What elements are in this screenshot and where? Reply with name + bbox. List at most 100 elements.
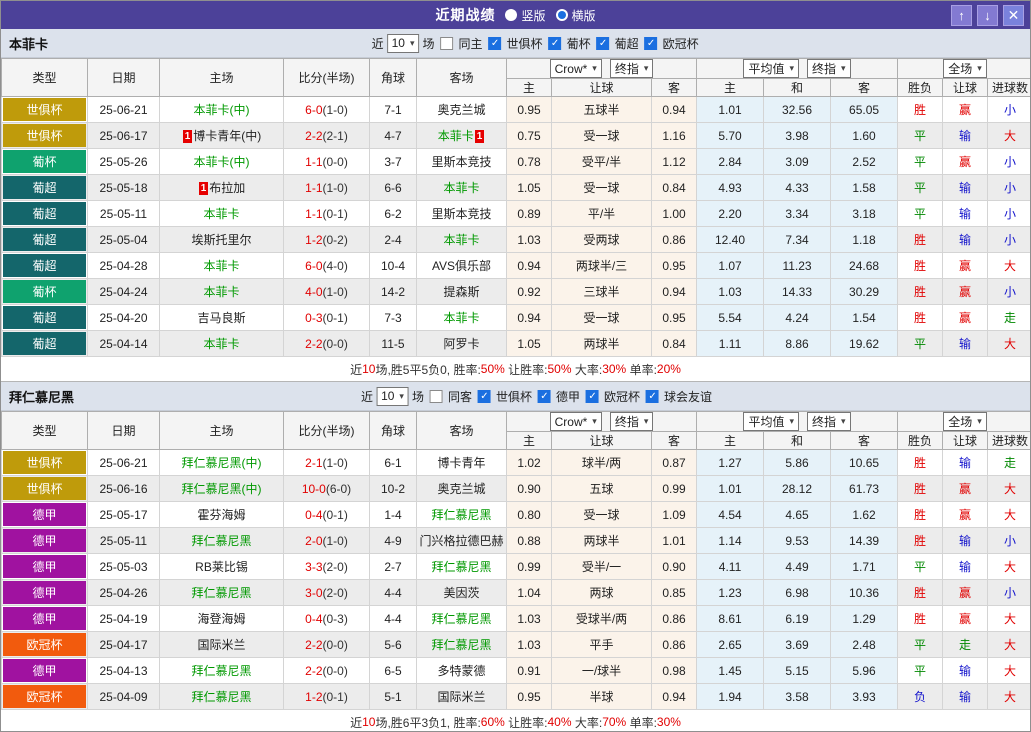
filter-near-label: 近 — [371, 36, 384, 51]
red-card-badge: 1 — [474, 130, 485, 143]
move-up-button[interactable]: ↑ — [951, 4, 972, 26]
result-cell: 胜 — [897, 501, 944, 528]
league-filter-1[interactable]: ✓ 葡杯 — [546, 35, 591, 52]
league-filter-1[interactable]: ✓ 德甲 — [535, 388, 580, 405]
odds-time-select[interactable]: 终指 ▾ — [609, 412, 654, 431]
corner-cell: 4-9 — [369, 527, 417, 554]
summary-segment: 近 — [350, 715, 363, 730]
away-team-cell: 里斯本竞技 — [416, 148, 507, 175]
goals-result-cell: 小 — [987, 278, 1030, 305]
same-venue-filter[interactable]: 同主 — [438, 35, 483, 52]
date-cell: 25-05-11 — [87, 200, 160, 227]
match-count-select[interactable]: 10 ▾ — [386, 33, 420, 53]
goals-result-text: 大 — [1004, 560, 1017, 574]
layout-radio-vertical[interactable]: 竖版 — [505, 7, 546, 24]
bookmaker-select[interactable]: Crow* ▾ — [549, 59, 602, 78]
odds-handicap-cell: 受平/半 — [551, 148, 652, 175]
avg-draw-cell: 9.53 — [763, 527, 832, 554]
avg-draw-cell: 3.58 — [763, 683, 832, 710]
same-venue-filter[interactable]: 同客 — [427, 388, 472, 405]
league-checkbox[interactable]: ✓ — [477, 389, 491, 403]
avg-away-cell: 10.65 — [830, 449, 899, 476]
avg-away-cell: 3.18 — [830, 200, 899, 227]
home-team-cell: 拜仁慕尼黑 — [159, 579, 284, 606]
summary-segment: 20% — [656, 362, 681, 376]
bookmaker-select[interactable]: Crow* ▾ — [549, 412, 602, 431]
league-filter-0[interactable]: ✓ 世俱杯 — [475, 388, 532, 405]
corner-cell: 6-6 — [369, 174, 417, 201]
halftime-score: (0-1) — [322, 310, 348, 325]
subcolumn-header-avg-home: 主 — [696, 78, 765, 97]
result-cell: 胜 — [897, 304, 944, 331]
handicap-result-text: 输 — [959, 456, 972, 470]
average-select[interactable]: 平均值 ▾ — [743, 59, 800, 78]
chevron-down-icon: ▾ — [789, 416, 795, 426]
date-cell: 25-05-03 — [87, 553, 160, 580]
home-team-name: 本菲卡 — [203, 285, 240, 299]
league-checkbox[interactable]: ✓ — [586, 389, 600, 403]
league-badge: 世俱杯 — [3, 124, 86, 147]
goals-result-text: 大 — [1004, 612, 1017, 626]
score-cell: 2-0(1-0) — [283, 527, 370, 554]
titlebar-buttons: ↑ ↓ ✕ — [951, 4, 1030, 26]
same-venue-checkbox[interactable] — [429, 389, 443, 403]
league-filter-3[interactable]: ✓ 欧冠杯 — [642, 35, 699, 52]
league-filter-2[interactable]: ✓ 葡超 — [594, 35, 639, 52]
average-select[interactable]: 平均值 ▾ — [743, 412, 800, 431]
score-cell: 1-2(0-1) — [283, 683, 370, 710]
league-checkbox[interactable]: ✓ — [646, 389, 660, 403]
league-checkbox[interactable]: ✓ — [548, 36, 562, 50]
goals-result-text: 大 — [1004, 259, 1017, 273]
avg-draw-cell: 3.09 — [763, 148, 832, 175]
date-cell: 25-06-17 — [87, 122, 160, 149]
away-team-cell: AVS俱乐部 — [416, 252, 507, 279]
handicap-result-cell: 赢 — [942, 96, 989, 123]
league-filter-3[interactable]: ✓ 球会友谊 — [643, 388, 712, 405]
league-badge: 葡超 — [3, 306, 86, 329]
handicap-result-cell: 输 — [942, 527, 989, 554]
fulltime-score: 6-0 — [305, 102, 323, 117]
league-checkbox[interactable]: ✓ — [488, 36, 502, 50]
move-down-button[interactable]: ↓ — [977, 4, 998, 26]
league-checkbox[interactable]: ✓ — [644, 36, 658, 50]
away-team-name: 拜仁慕尼黑 — [431, 560, 492, 574]
avg-draw-cell: 3.34 — [763, 200, 832, 227]
match-count-select[interactable]: 10 ▾ — [376, 386, 409, 406]
corner-cell: 6-5 — [369, 657, 417, 684]
handicap-result-text: 赢 — [959, 285, 972, 299]
league-filter-label: 球会友谊 — [664, 389, 713, 404]
result-scope-selects: 全场 ▾ — [899, 59, 1030, 78]
league-cell: 德甲 — [1, 527, 88, 554]
halftime-score: (1-0) — [322, 284, 348, 299]
match-scope-select[interactable]: 全场 ▾ — [943, 412, 987, 431]
match-scope-select[interactable]: 全场 ▾ — [943, 59, 987, 78]
halftime-score: (1-0) — [322, 180, 348, 195]
corner-cell: 6-2 — [369, 200, 417, 227]
table-row: 葡超 25-05-18 1 布拉加 1-1(1-0) 6-6 本菲卡 1.05 受一球 0.84 4… — [1, 174, 1030, 201]
league-filter-0[interactable]: ✓ 世俱杯 — [486, 35, 543, 52]
fulltime-score: 0-4 — [305, 507, 323, 522]
average-time-select[interactable]: 终指 ▾ — [807, 59, 851, 78]
layout-radio-horizontal[interactable]: 横版 — [555, 7, 596, 24]
close-button[interactable]: ✕ — [1003, 4, 1024, 26]
league-checkbox[interactable]: ✓ — [538, 389, 552, 403]
average-time-select[interactable]: 终指 ▾ — [807, 412, 851, 431]
odds-handicap-cell: 球半/两 — [551, 449, 652, 476]
check-icon: ✓ — [490, 37, 500, 49]
date-cell: 25-04-26 — [87, 579, 160, 606]
home-team-name: 吉马良斯 — [197, 311, 246, 325]
team-section-bar: 本菲卡 近 10 ▾ 场 同主 ✓ 世俱杯 ✓ 葡杯 ✓ 葡超 ✓ 欧冠杯 — [1, 29, 1030, 58]
same-venue-checkbox[interactable] — [440, 36, 454, 50]
summary-segment: 大率: — [571, 715, 603, 730]
score-cell: 0-3(0-1) — [283, 304, 370, 331]
odds-away-cell: 0.85 — [650, 579, 698, 606]
result-cell: 胜 — [897, 449, 944, 476]
summary-segment: 10 — [362, 715, 376, 729]
odds-time-select[interactable]: 终指 ▾ — [609, 59, 654, 78]
goals-result-cell: 小 — [987, 527, 1030, 554]
league-checkbox[interactable]: ✓ — [596, 36, 610, 50]
league-filter-2[interactable]: ✓ 欧冠杯 — [583, 388, 640, 405]
date-cell: 25-04-17 — [87, 631, 160, 658]
avg-draw-cell: 32.56 — [763, 96, 832, 123]
corner-cell: 4-4 — [369, 579, 417, 606]
